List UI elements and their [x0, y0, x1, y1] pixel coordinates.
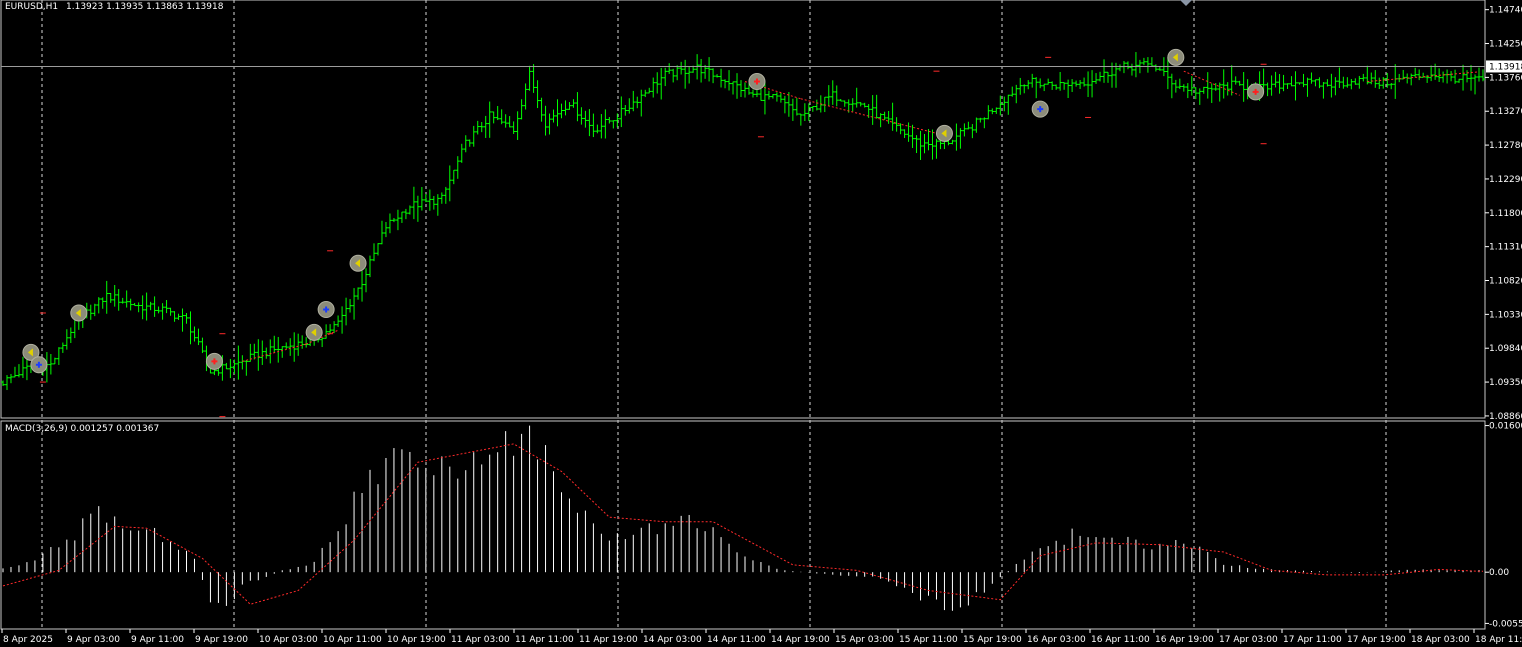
price-tick-label: 1.13760 — [1489, 73, 1522, 83]
time-tick-label: 17 Apr 11:00 — [1283, 635, 1342, 645]
time-tick-label: 14 Apr 11:00 — [707, 635, 766, 645]
price-tick-label: 1.10820 — [1489, 277, 1522, 287]
price-tick-label: 1.10330 — [1489, 310, 1522, 320]
price-tick-label: 1.12290 — [1489, 175, 1522, 185]
time-tick-label: 11 Apr 19:00 — [579, 635, 638, 645]
time-tick-label: 18 Apr 03:00 — [1411, 635, 1470, 645]
time-tick-label: 10 Apr 03:00 — [259, 635, 318, 645]
macd-tick-label: -0.00559 — [1489, 619, 1522, 629]
time-tick-label: 14 Apr 03:00 — [643, 635, 702, 645]
time-tick-label: 9 Apr 19:00 — [195, 635, 248, 645]
price-tick-label: 1.08860 — [1489, 412, 1522, 422]
time-tick-label: 10 Apr 19:00 — [387, 635, 446, 645]
trade-marker-buy-arrow[interactable] — [305, 323, 323, 341]
time-tick-label: 16 Apr 19:00 — [1155, 635, 1214, 645]
price-tick-label: 1.11310 — [1489, 243, 1522, 253]
trade-marker-red-cross[interactable] — [205, 352, 223, 370]
time-tick-label: 9 Apr 11:00 — [131, 635, 184, 645]
macd-header: MACD(3,26,9) 0.001257 0.001367 — [5, 424, 159, 434]
price-tick-label: 1.09840 — [1489, 344, 1522, 354]
time-tick-label: 11 Apr 11:00 — [515, 635, 574, 645]
price-tick-label: 1.12780 — [1489, 141, 1522, 151]
trade-marker-red-cross[interactable] — [748, 73, 766, 91]
time-tick-label: 16 Apr 11:00 — [1091, 635, 1150, 645]
macd-tick-label: 0.01600 — [1489, 422, 1522, 432]
time-tick-label: 11 Apr 03:00 — [451, 635, 510, 645]
trade-marker-sell-cross[interactable] — [317, 301, 335, 319]
trade-marker-red-cross[interactable] — [1247, 83, 1265, 101]
price-tick-label: 1.11800 — [1489, 209, 1522, 219]
price-tick-label: 1.13270 — [1489, 107, 1522, 117]
time-tick-label: 15 Apr 19:00 — [963, 635, 1022, 645]
trade-marker-buy-arrow[interactable] — [935, 124, 953, 142]
time-tick-label: 9 Apr 03:00 — [67, 635, 120, 645]
price-tick-label: 1.09350 — [1489, 378, 1522, 388]
trade-marker-sell-cross[interactable] — [1031, 100, 1049, 118]
chart-header: EURUSD,H1 1.13923 1.13935 1.13863 1.1391… — [5, 2, 223, 12]
macd-label: MACD(3,26,9) 0.001257 0.001367 — [5, 424, 160, 434]
current-price-label: 1.13918 — [1489, 62, 1522, 72]
time-tick-label: 15 Apr 11:00 — [899, 635, 958, 645]
time-tick-label: 18 Apr 11:00 — [1475, 635, 1522, 645]
trade-marker-sell-cross[interactable] — [30, 356, 48, 374]
time-tick-label: 10 Apr 11:00 — [323, 635, 382, 645]
price-tick-label: 1.14250 — [1489, 40, 1522, 50]
time-tick-label: 17 Apr 03:00 — [1219, 635, 1278, 645]
time-tick-label: 17 Apr 19:00 — [1347, 635, 1406, 645]
time-tick-label: 16 Apr 03:00 — [1027, 635, 1086, 645]
trading-chart[interactable]: 1.14740 1.14250 1.13760 1.13270 1.12780 1.122… — [0, 0, 1522, 647]
trade-marker-buy-arrow[interactable] — [1167, 48, 1185, 66]
ohlc-values: 1.13923 1.13935 1.13863 1.13918 — [66, 2, 224, 12]
trade-marker-buy-arrow[interactable] — [349, 254, 367, 272]
price-tick-label: 1.14740 — [1489, 6, 1522, 16]
time-tick-label: 14 Apr 19:00 — [771, 635, 830, 645]
time-tick-label: 15 Apr 03:00 — [835, 635, 894, 645]
symbol-label: EURUSD,H1 — [5, 2, 59, 12]
macd-tick-label: 0.00 — [1489, 568, 1509, 578]
time-tick-label: 8 Apr 2025 — [3, 635, 53, 645]
trade-marker-buy-arrow[interactable] — [70, 304, 88, 322]
